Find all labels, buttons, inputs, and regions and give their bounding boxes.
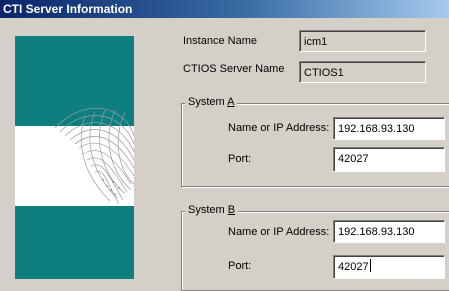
ctios-server-name-label: CTIOS Server Name [183,63,285,75]
system-a-address-label: Name or IP Address: [228,122,330,134]
ctios-server-name-field: CTIOS1 [299,61,426,83]
system-a-group [181,103,449,187]
system-a-address-input[interactable]: 192.168.93.130 [333,117,445,140]
system-b-port-value: 42027 [338,261,369,273]
system-b-address-label: Name or IP Address: [228,226,330,238]
system-a-port-label: Port: [228,153,252,165]
system-a-port-input[interactable]: 42027 [333,147,445,172]
system-b-address-input[interactable]: 192.168.93.130 [333,220,445,243]
instance-name-field: icm1 [299,30,426,52]
system-a-legend-prefix: System [188,96,228,108]
system-b-port-label: Port: [228,260,252,272]
system-b-legend: System B [185,204,239,216]
system-b-legend-prefix: System [188,204,228,216]
system-a-legend: System A [185,96,238,108]
instance-name-label: Instance Name [183,35,257,47]
system-b-legend-accelerator: B [227,204,236,216]
dialog-title: CTI Server Information [3,2,133,16]
wizard-banner-image [15,36,134,279]
text-cursor [369,259,371,272]
system-b-port-input[interactable]: 42027 [333,255,445,279]
globe-mesh-graphic [54,107,134,205]
dialog-title-bar: CTI Server Information [0,0,449,18]
system-a-legend-accelerator: A [227,96,235,108]
